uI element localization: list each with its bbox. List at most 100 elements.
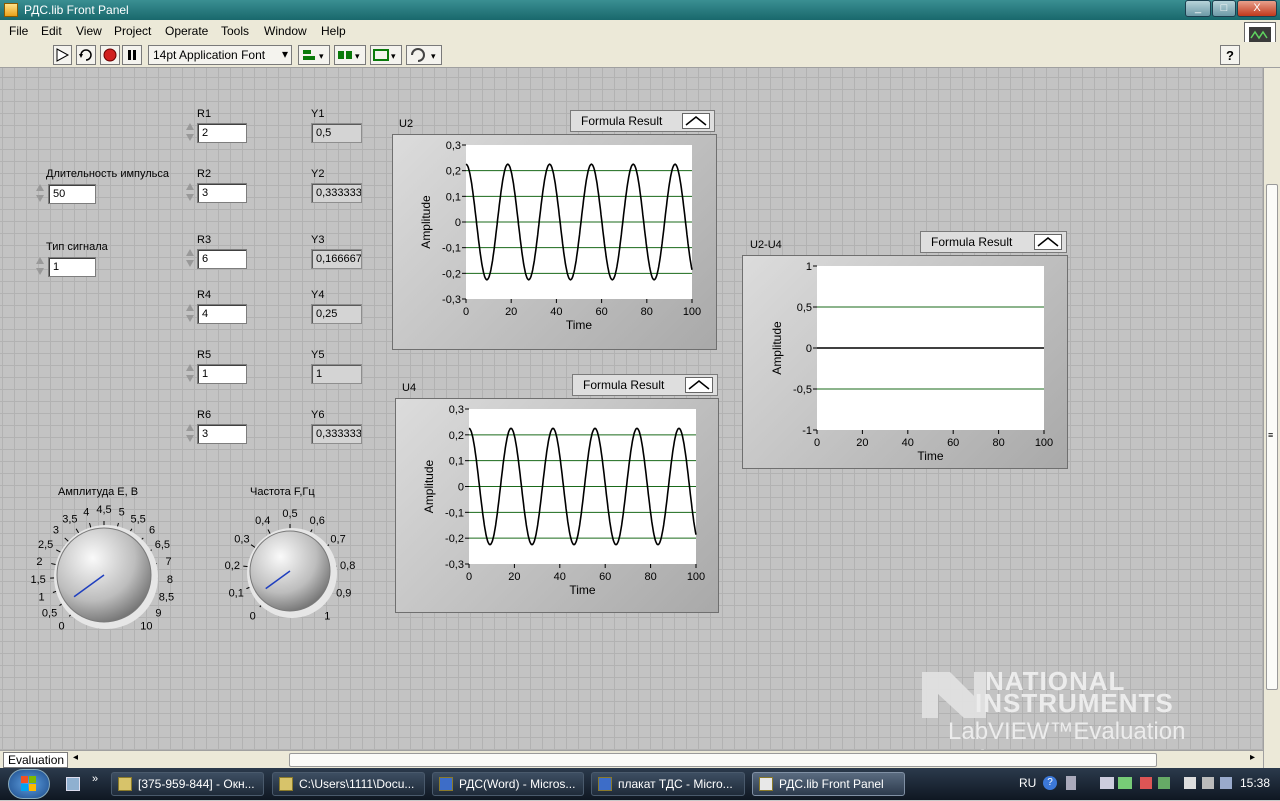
task-item-0[interactable]: [375-959-844] - Окн... — [111, 772, 264, 796]
y3-label: Y3 — [311, 234, 324, 246]
x-tick-label: 40 — [554, 571, 566, 583]
signal-type-input[interactable]: 1 — [48, 257, 96, 277]
help-tray-icon[interactable]: ? — [1043, 776, 1057, 790]
r6-spinner[interactable] — [185, 422, 196, 444]
svg-text:▾: ▾ — [431, 51, 436, 61]
scroll-right-icon[interactable]: ▸ — [1250, 752, 1255, 763]
menu-view[interactable]: View — [76, 24, 102, 38]
x-axis-label: Time — [566, 318, 593, 332]
help-icon[interactable]: ? — [1220, 45, 1240, 65]
menu-edit[interactable]: Edit — [41, 24, 62, 38]
r1-input[interactable]: 2 — [197, 123, 247, 143]
reorder-icon[interactable]: ▾ — [406, 45, 442, 65]
tray-icon-2[interactable] — [1100, 777, 1114, 789]
menu-window[interactable]: Window — [264, 24, 307, 38]
menu-operate[interactable]: Operate — [165, 24, 208, 38]
r4-spinner[interactable] — [185, 302, 196, 324]
x-tick-label: 0 — [463, 306, 469, 318]
x-axis-label: Time — [569, 583, 596, 597]
menu-project[interactable]: Project — [114, 24, 151, 38]
y-tick-label: 0,1 — [449, 456, 464, 468]
x-tick-label: 20 — [856, 437, 868, 449]
knob-tick-label: 7 — [165, 556, 171, 568]
network-icon[interactable] — [1184, 777, 1196, 789]
run-continuous-icon[interactable] — [76, 45, 96, 65]
r5-label: R5 — [197, 349, 211, 361]
r4-input[interactable]: 4 — [197, 304, 247, 324]
task-item-4[interactable]: РДС.lib Front Panel — [752, 772, 905, 796]
r3-spinner[interactable] — [185, 247, 196, 269]
y-tick-label: -0,2 — [442, 268, 461, 280]
horizontal-scroll-thumb[interactable] — [289, 753, 1157, 767]
frequency-knob-label: Частота F,Гц — [250, 486, 315, 498]
r6-input[interactable]: 3 — [197, 424, 247, 444]
task-item-2[interactable]: РДС(Word) - Micros... — [432, 772, 584, 796]
knob-tick-label: 0,4 — [255, 515, 270, 527]
menu-file[interactable]: File — [9, 24, 28, 38]
r5-spinner[interactable] — [185, 362, 196, 384]
u2u4-legend[interactable]: Formula Result — [920, 231, 1067, 253]
font-select[interactable]: 14pt Application Font ▾ — [148, 45, 292, 65]
close-button[interactable]: X — [1237, 0, 1277, 17]
y-tick-label: 0 — [806, 343, 812, 355]
maximize-button[interactable]: □ — [1212, 0, 1236, 17]
scroll-left-icon[interactable]: ◂ — [73, 752, 78, 763]
knob-tick-label: 2 — [36, 556, 42, 568]
task-icon — [118, 777, 132, 791]
knob-tick — [76, 529, 79, 533]
distribute-icon[interactable]: ▾ — [334, 45, 366, 65]
r2-input[interactable]: 3 — [197, 183, 247, 203]
tray-icon-4[interactable] — [1140, 777, 1152, 789]
duration-spinner[interactable] — [35, 182, 46, 204]
r3-input[interactable]: 6 — [197, 249, 247, 269]
language-indicator[interactable]: RU — [1019, 776, 1036, 790]
show-desktop-icon[interactable] — [66, 777, 80, 791]
font-select-value: 14pt Application Font — [153, 48, 265, 62]
u2-graph-label: U2 — [399, 118, 413, 130]
minimize-button[interactable]: _ — [1185, 0, 1211, 17]
tray-icon-3[interactable] — [1118, 777, 1132, 789]
resize-icon[interactable]: ▾ — [370, 45, 402, 65]
u4-legend[interactable]: Formula Result — [572, 374, 718, 396]
horizontal-scrollbar[interactable]: Evaluation ◂ ▸ — [0, 750, 1263, 768]
x-tick-label: 60 — [599, 571, 611, 583]
start-button[interactable] — [8, 769, 50, 799]
knob-tick-label: 0,2 — [225, 560, 240, 572]
y-tick-label: -0,1 — [445, 507, 464, 519]
x-tick-label: 60 — [595, 306, 607, 318]
task-item-1[interactable]: C:\Users\1111\Docu... — [272, 772, 425, 796]
amplitude-knob[interactable]: 00,511,522,533,544,555,566,5788,5910 — [20, 494, 200, 644]
r1-spinner[interactable] — [185, 121, 196, 143]
knob-tick-label: 8,5 — [159, 591, 174, 603]
r2-spinner[interactable] — [185, 181, 196, 203]
menu-help[interactable]: Help — [321, 24, 346, 38]
vertical-scrollbar[interactable]: ≡ — [1263, 68, 1280, 768]
run-arrow-icon[interactable] — [53, 45, 72, 65]
duration-input[interactable]: 50 — [48, 184, 96, 204]
x-tick-label: 100 — [1035, 437, 1053, 449]
menu-tools[interactable]: Tools — [221, 24, 249, 38]
knob-tick-label: 0,5 — [42, 607, 57, 619]
quicklaunch-chevron-icon[interactable]: » — [92, 773, 98, 785]
abort-icon[interactable] — [100, 45, 120, 65]
y-tick-label: 0,5 — [797, 302, 812, 314]
power-icon[interactable] — [1220, 777, 1232, 789]
r5-input[interactable]: 1 — [197, 364, 247, 384]
task-item-3[interactable]: плакат ТДС - Micro... — [591, 772, 745, 796]
pause-icon[interactable] — [122, 45, 142, 65]
x-tick-label: 80 — [992, 437, 1004, 449]
volume-icon[interactable] — [1202, 777, 1214, 789]
frequency-knob[interactable]: 00,10,20,30,40,50,60,70,80,91 — [210, 498, 370, 628]
knob-tick-label: 6 — [149, 525, 155, 537]
align-icon[interactable]: ▾ — [298, 45, 330, 65]
u2-legend[interactable]: Formula Result — [570, 110, 715, 132]
tray-icon-5[interactable] — [1158, 777, 1170, 789]
knob-tick-label: 3,5 — [62, 513, 77, 525]
knob-tick-label: 8 — [167, 574, 173, 586]
tray-icon-1[interactable] — [1066, 776, 1076, 790]
signal-type-spinner[interactable] — [35, 255, 46, 277]
y3-indicator: 0,166667 — [311, 249, 362, 269]
knob-tick-label: 10 — [140, 621, 152, 633]
u2u4-graph: 10,50-0,5-1020406080100TimeAmplitude — [742, 255, 1068, 469]
x-tick-label: 80 — [641, 306, 653, 318]
